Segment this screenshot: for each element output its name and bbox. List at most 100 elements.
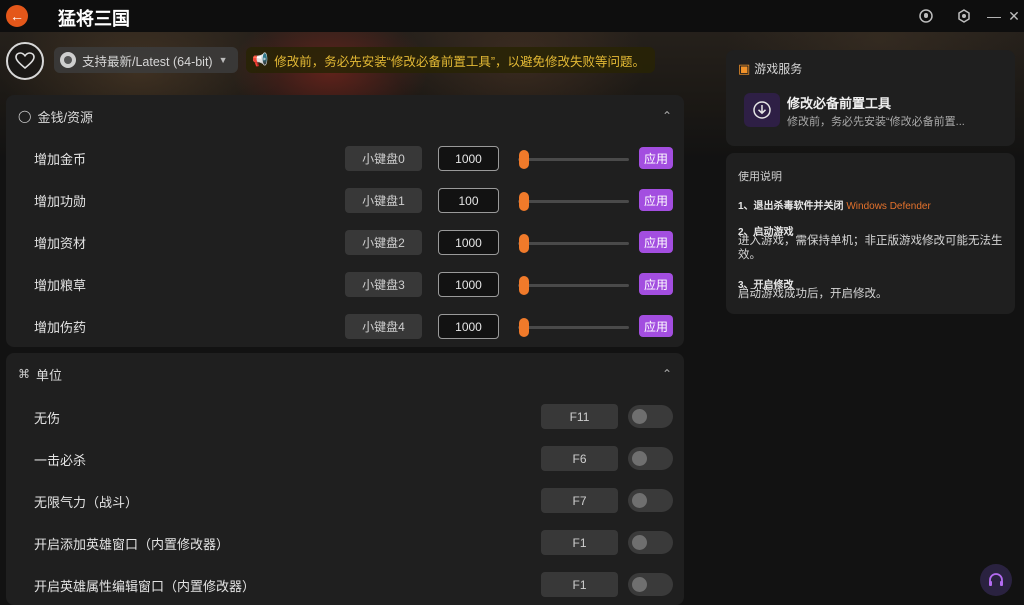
unit-row: 无伤 F11 [6,396,684,438]
money-bag-icon: ◯ [18,109,32,123]
resources-title: 金钱/资源 [37,109,94,125]
unit-label: 无伤 [34,411,61,426]
feature-toggle[interactable] [628,573,673,596]
app-title: 猛将三国 [58,9,130,29]
toggle-knob [632,451,647,466]
amount-input[interactable]: 100 [438,188,499,213]
help-step-1-title: 1、退出杀毒软件并关闭 [738,201,844,212]
prerequisite-tool-button[interactable] [744,93,780,127]
resource-row: 增加伤药 小键盘4 1000 应用 [6,305,684,347]
resource-row: 增加资材 小键盘2 1000 应用 [6,221,684,263]
box-icon: ▣ [738,60,751,76]
unit-label: 无限气力（战斗） [34,495,139,510]
resource-label: 增加资材 [34,236,87,251]
amount-slider-thumb[interactable] [518,192,529,211]
unit-label: 开启英雄属性编辑窗口（内置修改器） [34,579,256,594]
settings-button[interactable] [954,6,974,26]
gear-icon [958,9,970,23]
amount-slider-thumb[interactable] [518,276,529,295]
resources-panel: ◯ 金钱/资源 ⌃ 增加金币 小键盘0 1000 应用 增加功勋 小键盘1 100 应用 增加资… [6,95,684,347]
amount-input[interactable]: 1000 [438,146,499,171]
bell-icon [919,9,933,23]
unit-label: 开启添加英雄窗口（内置修改器） [34,537,230,552]
prerequisite-tool-desc: 修改前，务必先安装“修改必备前置... [787,116,965,128]
game-service-header: ▣ 游戏服务 [738,60,802,77]
hotkey-chip[interactable]: 小键盘3 [345,272,422,297]
feature-toggle[interactable] [628,447,673,470]
hotkey-chip[interactable]: 小键盘0 [345,146,422,171]
game-service-title: 游戏服务 [754,62,803,76]
hotkey-chip[interactable]: 小键盘2 [345,230,422,255]
chevron-up-icon[interactable]: ⌃ [662,109,672,123]
hotkey-chip[interactable]: 小键盘1 [345,188,422,213]
prerequisite-tool-name[interactable]: 修改必备前置工具 [787,93,891,112]
version-select[interactable]: 支持最新/Latest (64-bit) ▼ [54,47,238,73]
notice-banner: 📢 修改前，务必先安装“修改必备前置工具”，以避免修改失败等问题。 [246,47,656,73]
unit-row: 开启添加英雄窗口（内置修改器） F1 [6,522,684,564]
resource-label: 增加金币 [34,152,87,167]
amount-slider[interactable] [518,192,629,211]
resource-row: 增加功勋 小键盘1 100 应用 [6,179,684,221]
apply-button[interactable]: 应用 [639,315,673,337]
apply-button[interactable]: 应用 [639,231,673,253]
toggle-knob [632,493,647,508]
arrow-left-icon: ← [10,8,24,24]
units-header[interactable]: ⌘ 单位 [6,353,684,395]
headset-icon [989,573,1003,586]
amount-slider-thumb[interactable] [518,234,529,253]
apply-button[interactable]: 应用 [639,189,673,211]
windows-defender-link[interactable]: Windows Defender [846,201,930,212]
help-panel: 使用说明 1、退出杀毒软件并关闭 Windows Defender 2、启动游戏… [726,153,1015,314]
amount-slider[interactable] [518,318,629,337]
megaphone-icon: 📢 [252,52,269,67]
hotkey-chip[interactable]: F11 [541,404,618,429]
feature-toggle[interactable] [628,489,673,512]
help-title: 使用说明 [738,171,782,183]
resource-row: 增加粮草 小键盘3 1000 应用 [6,263,684,305]
amount-slider-thumb[interactable] [518,318,529,337]
minimize-button[interactable]: — [984,6,1004,26]
feature-toggle[interactable] [628,531,673,554]
amount-slider-thumb[interactable] [518,150,529,169]
toggle-knob [632,409,647,424]
hotkey-chip[interactable]: F7 [541,488,618,513]
units-panel: ⌘ 单位 ⌃ 无伤 F11 一击必杀 F6 无限气力（战斗） F7 开启添加英雄窗口（内置修… [6,353,684,605]
apply-button[interactable]: 应用 [639,147,673,169]
amount-input[interactable]: 1000 [438,272,499,297]
unit-row: 一击必杀 F6 [6,438,684,480]
amount-input[interactable]: 1000 [438,314,499,339]
resource-label: 增加伤药 [34,320,87,335]
feature-toggle[interactable] [628,405,673,428]
game-service-panel: ▣ 游戏服务 修改必备前置工具 修改前，务必先安装“修改必备前置... [726,50,1015,146]
amount-slider[interactable] [518,234,629,253]
amount-slider[interactable] [518,150,629,169]
close-button[interactable]: ✕ [1004,6,1024,26]
hotkey-chip[interactable]: F6 [541,446,618,471]
resources-header[interactable]: ◯ 金钱/资源 [6,95,684,137]
steam-icon [60,52,76,68]
apply-button[interactable]: 应用 [639,273,673,295]
heart-icon [15,52,35,70]
amount-slider[interactable] [518,276,629,295]
support-button[interactable] [980,564,1012,596]
hotkey-chip[interactable]: F1 [541,530,618,555]
back-button[interactable]: ← [6,5,28,27]
close-icon: ✕ [1008,7,1020,24]
chevron-up-icon[interactable]: ⌃ [662,367,672,381]
toggle-knob [632,577,647,592]
hotkey-chip[interactable]: 小键盘4 [345,314,422,339]
favorite-button[interactable] [6,42,44,80]
notification-button[interactable] [916,6,936,26]
unit-icon: ⌘ [18,367,30,381]
resource-label: 增加功勋 [34,194,87,209]
download-icon [753,101,771,119]
help-step-1: 1、退出杀毒软件并关闭 Windows Defender [738,197,931,212]
resource-row: 增加金币 小键盘0 1000 应用 [6,137,684,179]
unit-row: 开启英雄属性编辑窗口（内置修改器） F1 [6,564,684,605]
amount-input[interactable]: 1000 [438,230,499,255]
minimize-icon: — [987,8,1001,24]
units-title: 单位 [36,367,63,383]
title-bar: ← 猛将三国 — ✕ [0,0,1024,32]
help-step-3-text: 启动游戏成功后，开启修改。 [738,288,888,300]
hotkey-chip[interactable]: F1 [541,572,618,597]
